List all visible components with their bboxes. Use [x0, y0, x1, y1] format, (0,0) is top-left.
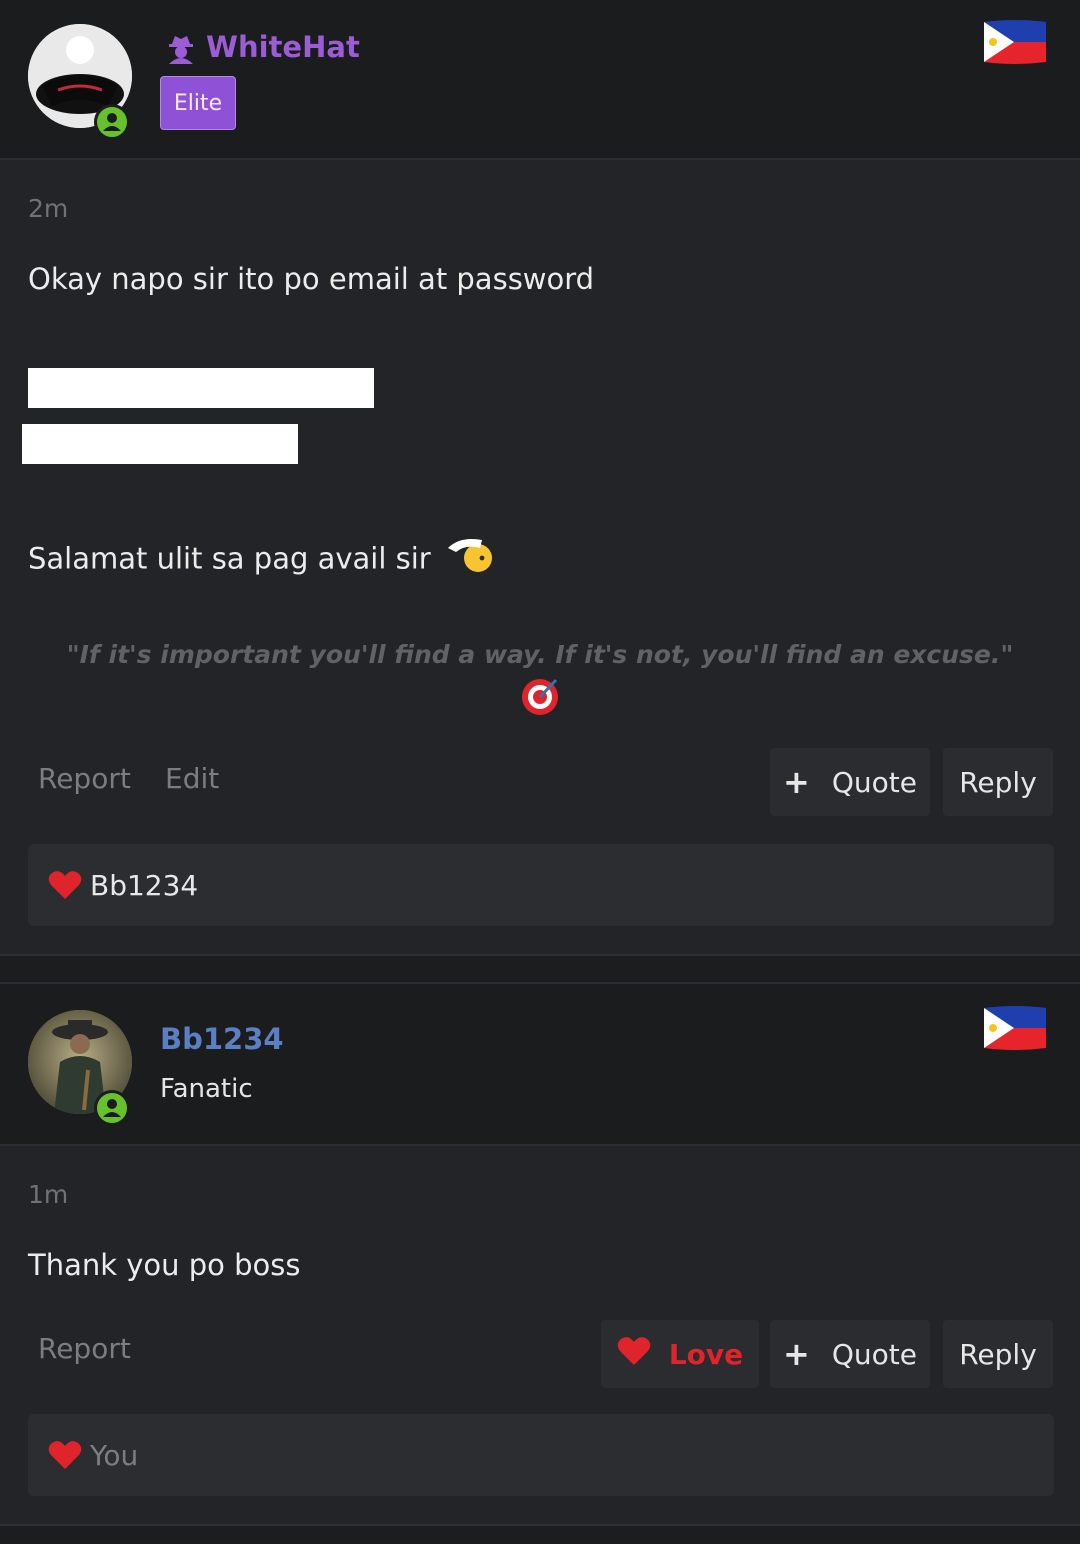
love-label: Love [668, 1337, 744, 1371]
reply-button[interactable]: Reply [943, 1320, 1053, 1388]
quote-label: Quote [831, 1337, 917, 1371]
signature: "If it's important you'll find a way. If… [66, 640, 1014, 669]
post-body-bb1234: 1m Thank you po boss Report Love + Quote… [0, 1146, 1080, 1526]
plus-icon: + [783, 763, 810, 801]
post-header-bb1234: Bb1234 Fanatic [0, 984, 1080, 1146]
edit-link[interactable]: Edit [165, 762, 219, 795]
philippines-flag-icon [984, 20, 1046, 64]
plus-icon: + [783, 1335, 810, 1373]
post-separator [0, 1526, 1080, 1544]
rank-label: Fanatic [160, 1074, 253, 1104]
message-line: Thank you po boss [28, 1248, 301, 1282]
message-line: Salamat ulit sa pag avail sir [28, 534, 494, 587]
reply-label: Reply [959, 765, 1037, 799]
post-timestamp[interactable]: 1m [28, 1180, 68, 1209]
quote-label: Quote [831, 765, 917, 799]
heart-icon [48, 870, 82, 900]
report-link[interactable]: Report [38, 762, 131, 795]
rank-label: Elite [173, 90, 223, 116]
target-emoji [520, 676, 560, 716]
post-header-whitehat: WhiteHat Elite [0, 0, 1080, 160]
report-link[interactable]: Report [38, 1332, 131, 1365]
spy-icon [166, 34, 196, 64]
message-line: Okay napo sir ito po email at password [28, 262, 595, 296]
reactor-name[interactable]: Bb1234 [90, 869, 198, 902]
post-timestamp[interactable]: 2m [28, 194, 68, 223]
redacted-email [28, 368, 374, 408]
love-button[interactable]: Love [601, 1320, 759, 1388]
philippines-flag-icon [984, 1006, 1046, 1050]
heart-icon [617, 1336, 651, 1373]
online-status-icon [94, 1090, 130, 1126]
post-separator [0, 956, 1080, 984]
reply-label: Reply [959, 1337, 1037, 1371]
heart-icon [48, 1440, 82, 1470]
saluting-face-emoji [446, 534, 494, 587]
redacted-password [22, 424, 298, 464]
reactions-bar[interactable]: Bb1234 [28, 844, 1054, 926]
reactor-name[interactable]: You [90, 1439, 138, 1472]
rank-badge: Elite [160, 76, 236, 130]
username[interactable]: Bb1234 [160, 1022, 284, 1056]
online-status-icon [94, 104, 130, 140]
reactions-bar[interactable]: You [28, 1414, 1054, 1496]
quote-button[interactable]: + Quote [770, 1320, 930, 1388]
post-body-whitehat: 2m Okay napo sir ito po email at passwor… [0, 160, 1080, 956]
quote-button[interactable]: + Quote [770, 748, 930, 816]
username[interactable]: WhiteHat [206, 30, 360, 64]
reply-button[interactable]: Reply [943, 748, 1053, 816]
